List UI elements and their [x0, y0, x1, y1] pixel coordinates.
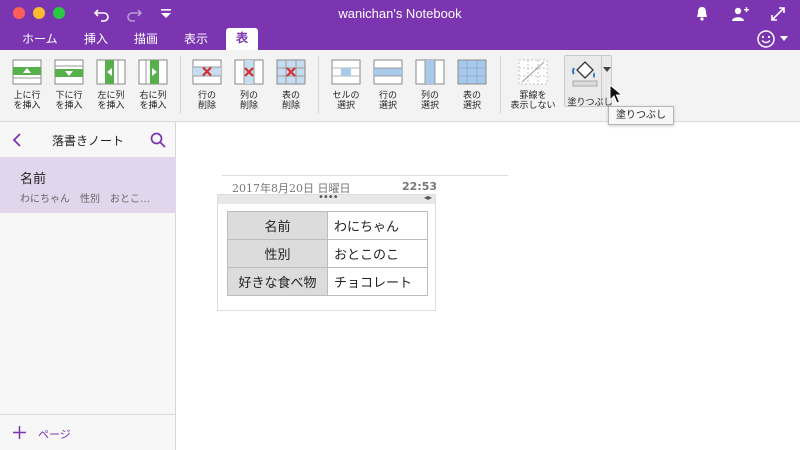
select-table-button[interactable]: 表の 選択: [453, 58, 491, 111]
add-page-label: ページ: [38, 428, 71, 441]
delete-row-button[interactable]: 行の 削除: [188, 58, 226, 111]
delete-table-label: 表の 削除: [281, 91, 300, 111]
table-cell[interactable]: チョコレート: [327, 267, 428, 296]
insert-row-below-icon: [54, 59, 84, 85]
table-row: 好きな食べ物 チョコレート: [227, 267, 428, 296]
delete-row-label: 行の 削除: [197, 91, 216, 111]
insert-row-below-button[interactable]: 下に行 を挿入: [50, 58, 88, 111]
table-cell[interactable]: 名前: [227, 211, 328, 240]
title-underline: [222, 175, 508, 176]
shading-tooltip: 塗りつぶし: [608, 106, 674, 125]
search-icon[interactable]: [150, 132, 166, 148]
select-cell-label: セルの 選択: [332, 91, 360, 111]
page-item-preview: わにちゃん 性別 おとこ…: [20, 194, 150, 205]
table-cell[interactable]: おとこのこ: [327, 239, 428, 268]
insert-row-above-icon: [12, 59, 42, 85]
window-title: wanichan's Notebook: [338, 6, 462, 21]
note-time: 22:53: [402, 180, 438, 193]
ribbon-separator: [500, 56, 501, 114]
select-column-button[interactable]: 列の 選択: [411, 58, 449, 111]
ribbon-separator: [318, 56, 319, 114]
chevron-down-icon[interactable]: [780, 36, 788, 42]
expand-icon[interactable]: [768, 4, 788, 24]
select-column-icon: [415, 59, 445, 85]
select-row-icon: [373, 59, 403, 85]
insert-column-right-label: 右に列 を挿入: [139, 91, 167, 111]
select-row-button[interactable]: 行の 選択: [369, 58, 407, 111]
title-bar: wanichan's Notebook: [0, 0, 800, 27]
section-header: 落書きノート: [0, 122, 176, 156]
ribbon-toolbar: 上に行 を挿入 下に行 を挿入 左に列 を挿入 右に列 を挿入 行の 削除 列の…: [0, 50, 800, 122]
delete-column-icon: [234, 59, 264, 85]
bell-icon[interactable]: [692, 4, 712, 24]
select-cell-button[interactable]: セルの 選択: [327, 58, 365, 111]
page-item-title: 名前: [20, 172, 47, 187]
select-cell-icon: [331, 59, 361, 85]
hide-borders-label: 罫線を 表示しない: [510, 91, 556, 111]
note-table[interactable]: 名前 わにちゃん 性別 おとこのこ 好きな食べ物 チョコレート: [227, 211, 428, 296]
insert-column-left-icon: [96, 59, 126, 85]
insert-column-left-button[interactable]: 左に列 を挿入: [92, 58, 130, 111]
insert-column-right-button[interactable]: 右に列 を挿入: [134, 58, 172, 111]
delete-column-button[interactable]: 列の 削除: [230, 58, 268, 111]
ribbon-tabs: ホーム 挿入 描画 表示 表: [0, 27, 800, 50]
delete-table-button[interactable]: 表の 削除: [272, 58, 310, 111]
insert-row-above-label: 上に行 を挿入: [13, 91, 41, 111]
page-list-item[interactable]: 名前 わにちゃん 性別 おとこ…: [0, 157, 176, 213]
select-table-label: 表の 選択: [462, 91, 481, 111]
share-add-person-icon[interactable]: [730, 4, 750, 24]
tab-view[interactable]: 表示: [174, 29, 218, 50]
note-container-handle[interactable]: •••• ◂▸: [218, 192, 435, 204]
table-cell[interactable]: わにちゃん: [327, 211, 428, 240]
mouse-cursor-icon: [609, 84, 623, 104]
delete-table-icon: [276, 59, 306, 85]
tab-home[interactable]: ホーム: [12, 29, 68, 50]
table-row: 性別 おとこのこ: [227, 239, 428, 268]
table-cell[interactable]: 好きな食べ物: [227, 267, 328, 296]
insert-row-below-label: 下に行 を挿入: [55, 91, 83, 111]
insert-column-left-label: 左に列 を挿入: [97, 91, 125, 111]
tab-table[interactable]: 表: [226, 28, 259, 50]
add-page-button[interactable]: ページ: [0, 414, 176, 450]
hide-borders-icon: [518, 59, 548, 85]
smiley-feedback-icon[interactable]: [756, 29, 776, 49]
chevron-down-icon: [603, 67, 611, 72]
hide-borders-button[interactable]: 罫線を 表示しない: [508, 58, 558, 111]
note-container[interactable]: •••• ◂▸ 名前 わにちゃん 性別 おとこのこ 好きな食べ物 チョコレート: [217, 192, 436, 311]
paint-bucket-icon: [572, 61, 598, 87]
plus-icon: [13, 426, 26, 439]
select-row-label: 行の 選択: [378, 91, 397, 111]
tab-insert[interactable]: 挿入: [74, 29, 118, 50]
table-cell[interactable]: 性別: [227, 239, 328, 268]
ribbon-separator: [180, 56, 181, 114]
select-column-label: 列の 選択: [420, 91, 439, 111]
select-table-icon: [457, 59, 487, 85]
delete-column-label: 列の 削除: [239, 91, 258, 111]
insert-row-above-button[interactable]: 上に行 を挿入: [8, 58, 46, 111]
insert-column-right-icon: [138, 59, 168, 85]
delete-row-icon: [192, 59, 222, 85]
drag-handle-icon: ••••: [318, 192, 339, 203]
resize-arrows-icon[interactable]: ◂▸: [424, 193, 432, 202]
page-sidebar: 落書きノート 名前 わにちゃん 性別 おとこ… ページ: [0, 122, 176, 450]
table-row: 名前 わにちゃん: [227, 211, 428, 240]
tab-draw[interactable]: 描画: [124, 29, 168, 50]
